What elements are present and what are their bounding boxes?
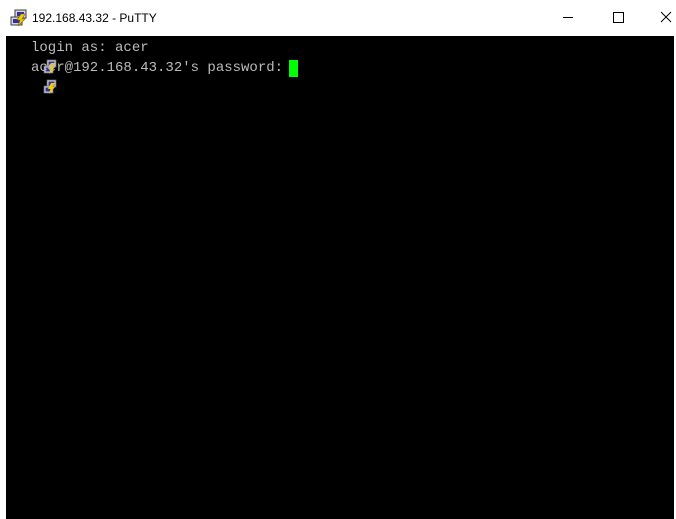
putty-session-icon bbox=[7, 61, 56, 94]
title-bar[interactable]: 192.168.43.32 - PuTTY bbox=[0, 0, 676, 36]
maximize-icon bbox=[613, 12, 624, 23]
terminal-line-text: acer@192.168.43.32's password: bbox=[31, 60, 292, 76]
minimize-icon bbox=[563, 17, 573, 18]
putty-window: 192.168.43.32 - PuTTY login as: acer ace… bbox=[0, 0, 676, 519]
text-cursor bbox=[289, 60, 298, 77]
putty-session-icon bbox=[7, 41, 56, 74]
close-button[interactable] bbox=[640, 0, 676, 36]
terminal-line: login as: acer bbox=[6, 39, 666, 74]
minimize-button[interactable] bbox=[545, 0, 591, 36]
window-title: 192.168.43.32 - PuTTY bbox=[32, 11, 157, 25]
putty-icon[interactable] bbox=[10, 9, 28, 27]
maximize-button[interactable] bbox=[595, 0, 641, 36]
close-icon bbox=[660, 11, 672, 23]
terminal-screen[interactable]: login as: acer acer@192.168.43.32's pass… bbox=[6, 36, 674, 519]
terminal-line-text: login as: acer bbox=[31, 40, 149, 56]
terminal-line: acer@192.168.43.32's password: bbox=[6, 59, 666, 94]
